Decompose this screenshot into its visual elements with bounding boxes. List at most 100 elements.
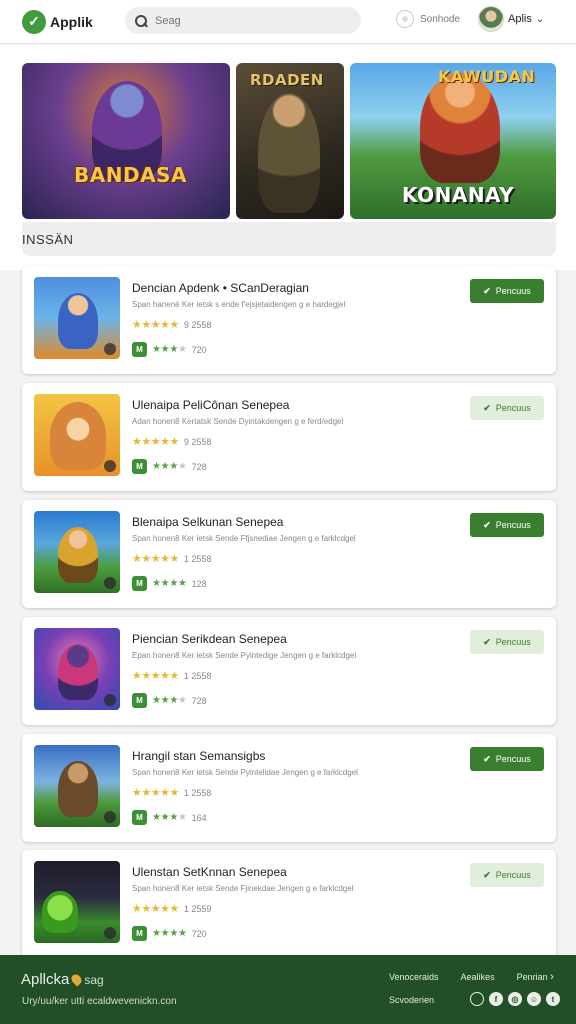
- footer-links: Venoceraids Aealikes Penrian ›: [389, 971, 554, 983]
- meta-count: 728: [191, 461, 207, 472]
- banner-title: RDADEN: [250, 71, 324, 89]
- header-link-label: Sonhode: [420, 13, 461, 25]
- app-title: Hrangil stan Semansigbs: [132, 749, 266, 763]
- chevron-down-icon: ⌄: [535, 13, 545, 25]
- footer-brand-tail: sag: [84, 972, 104, 987]
- install-button[interactable]: ✔ Pencuus: [470, 747, 544, 771]
- top-header: ✓ Applik Sonhode Aplis ⌄: [0, 0, 576, 44]
- rating-row: ★★★★★ 1 2558: [132, 669, 211, 682]
- app-thumbnail: [34, 861, 120, 943]
- app-card[interactable]: Piencian Serikdean Senepea Epan honen8 K…: [22, 617, 556, 725]
- app-description: Span honen8 Ker ietsk Sende Ffjsnediae J…: [132, 534, 356, 543]
- rating-count: 1 2559: [183, 903, 212, 914]
- footer-link[interactable]: Aealikes: [461, 972, 495, 982]
- meta-row: M ★★★★ 728: [132, 459, 207, 474]
- app-description: Span hanené Ker ietsk s ende f'ejsjetaid…: [132, 300, 346, 309]
- app-thumbnail: [34, 511, 120, 593]
- star-rating-icon: ★★★★: [152, 461, 187, 472]
- app-thumbnail: [34, 745, 120, 827]
- install-button-label: Pencuus: [495, 870, 531, 880]
- install-button[interactable]: ✔ Pencuus: [470, 513, 544, 537]
- footer-brand[interactable]: Apllcka sag: [21, 971, 104, 988]
- star-rating-icon: ★★★★: [152, 928, 187, 939]
- twitter-icon[interactable]: t: [546, 992, 560, 1006]
- app-badge-icon: M: [132, 693, 147, 708]
- install-button-label: Pencuus: [495, 754, 531, 764]
- meta-count: 720: [191, 344, 207, 355]
- footer-link[interactable]: Venoceraids: [389, 972, 439, 982]
- hero-section: BANDASA RDADEN KAWUDAN KONANAY INSSÄN: [0, 45, 576, 270]
- facebook-icon[interactable]: f: [489, 992, 503, 1006]
- rating-row: ★★★★★ 9 2558: [132, 435, 211, 448]
- rating-row: ★★★★★ 1 2559: [132, 902, 211, 915]
- app-thumbnail: [34, 277, 120, 359]
- star-rating-icon: ★★★★: [152, 578, 187, 589]
- app-description: Epan honen8 Ker ietsk Sende Pyintedige J…: [132, 651, 357, 660]
- circle-icon: [396, 10, 414, 28]
- app-card[interactable]: Hrangil stan Semansigbs Span honen8 Ker …: [22, 734, 556, 842]
- app-description: Span honen8 Ker ietsk Sende Fjinekdae Je…: [132, 884, 354, 893]
- rating-count: 1 2558: [183, 670, 212, 681]
- meta-count: 728: [191, 695, 207, 706]
- footer-brand-text: Apllcka: [21, 971, 70, 988]
- app-title: Ulenstan SetKnnan Senepea: [132, 865, 287, 879]
- banner-3[interactable]: KAWUDAN KONANAY: [350, 63, 556, 219]
- banner-title: BANDASA: [74, 163, 187, 187]
- app-badge-icon: M: [132, 459, 147, 474]
- banner-2[interactable]: RDADEN: [236, 63, 344, 219]
- app-card[interactable]: Ulenstan SetKnnan Senepea Span honen8 Ke…: [22, 850, 556, 958]
- meta-row: M ★★★★ 720: [132, 342, 207, 357]
- app-badge-icon: M: [132, 576, 147, 591]
- search-input[interactable]: [155, 14, 345, 27]
- user-name: Aplis: [508, 13, 532, 25]
- app-title: Blenaipa Selkunan Senepea: [132, 515, 284, 529]
- meta-count: 164: [191, 812, 207, 823]
- app-card[interactable]: Dencian Apdenk • SCanDeragian Span hanen…: [22, 266, 556, 374]
- rating-row: ★★★★★ 9 2558: [132, 318, 211, 331]
- footer-link[interactable]: Penrian ›: [517, 971, 554, 983]
- instagram-icon[interactable]: ◎: [508, 992, 522, 1006]
- meta-row: M ★★★★ 728: [132, 693, 207, 708]
- meta-row: M ★★★★ 164: [132, 810, 207, 825]
- location-pin-icon: [69, 972, 84, 987]
- install-button[interactable]: ✔ Pencuus: [470, 396, 544, 420]
- app-card[interactable]: Blenaipa Selkunan Senepea Span honen8 Ke…: [22, 500, 556, 608]
- rating-count: 1 2558: [183, 787, 212, 798]
- star-rating-icon: ★★★★: [152, 344, 187, 355]
- app-card[interactable]: Ulenaipa PeliCônan Senepea Adan honen8 K…: [22, 383, 556, 491]
- rating-row: ★★★★★ 1 2558: [132, 552, 211, 565]
- star-rating-icon: ★★★★★: [132, 319, 179, 331]
- user-menu[interactable]: Aplis ⌄: [478, 6, 544, 32]
- avatar-social-icon[interactable]: ☺: [527, 992, 541, 1006]
- arrow-right-icon: ›: [550, 971, 554, 983]
- check-icon: ✔: [483, 869, 491, 880]
- check-icon: ✔: [483, 636, 491, 647]
- banner-1[interactable]: BANDASA: [22, 63, 230, 219]
- search-icon: [135, 14, 147, 27]
- footer-sub-link[interactable]: Scvoderien: [389, 995, 434, 1005]
- install-button[interactable]: ✔ Pencuus: [470, 630, 544, 654]
- meta-row: M ★★★★ 128: [132, 576, 207, 591]
- search-bar[interactable]: [125, 7, 361, 34]
- install-button-label: Pencuus: [495, 520, 531, 530]
- app-title: Piencian Serikdean Senepea: [132, 632, 287, 646]
- install-button[interactable]: ✔ Pencuus: [470, 863, 544, 887]
- app-logo[interactable]: ✓ Applik: [22, 9, 93, 34]
- install-button-label: Pencuus: [495, 286, 531, 296]
- circle-social-icon[interactable]: o: [470, 992, 484, 1006]
- check-icon: ✔: [483, 285, 491, 296]
- logo-check-icon: ✓: [22, 9, 46, 34]
- avatar: [478, 6, 504, 32]
- header-link[interactable]: Sonhode: [396, 10, 460, 28]
- app-title: Ulenaipa PeliCônan Senepea: [132, 398, 290, 412]
- install-button[interactable]: ✔ Pencuus: [470, 279, 544, 303]
- install-button-label: Pencuus: [495, 403, 531, 413]
- banner-character: [420, 73, 500, 183]
- rating-count: 9 2558: [183, 319, 212, 330]
- app-badge-icon: M: [132, 926, 147, 941]
- section-title: INSSÄN: [22, 231, 74, 247]
- social-icons: o f ◎ ☺ t: [470, 992, 560, 1006]
- star-rating-icon: ★★★★★: [132, 787, 179, 799]
- app-description: Adan honen8 Kertatsk Sende Dyintakdengen…: [132, 417, 344, 426]
- section-header: INSSÄN: [22, 222, 556, 256]
